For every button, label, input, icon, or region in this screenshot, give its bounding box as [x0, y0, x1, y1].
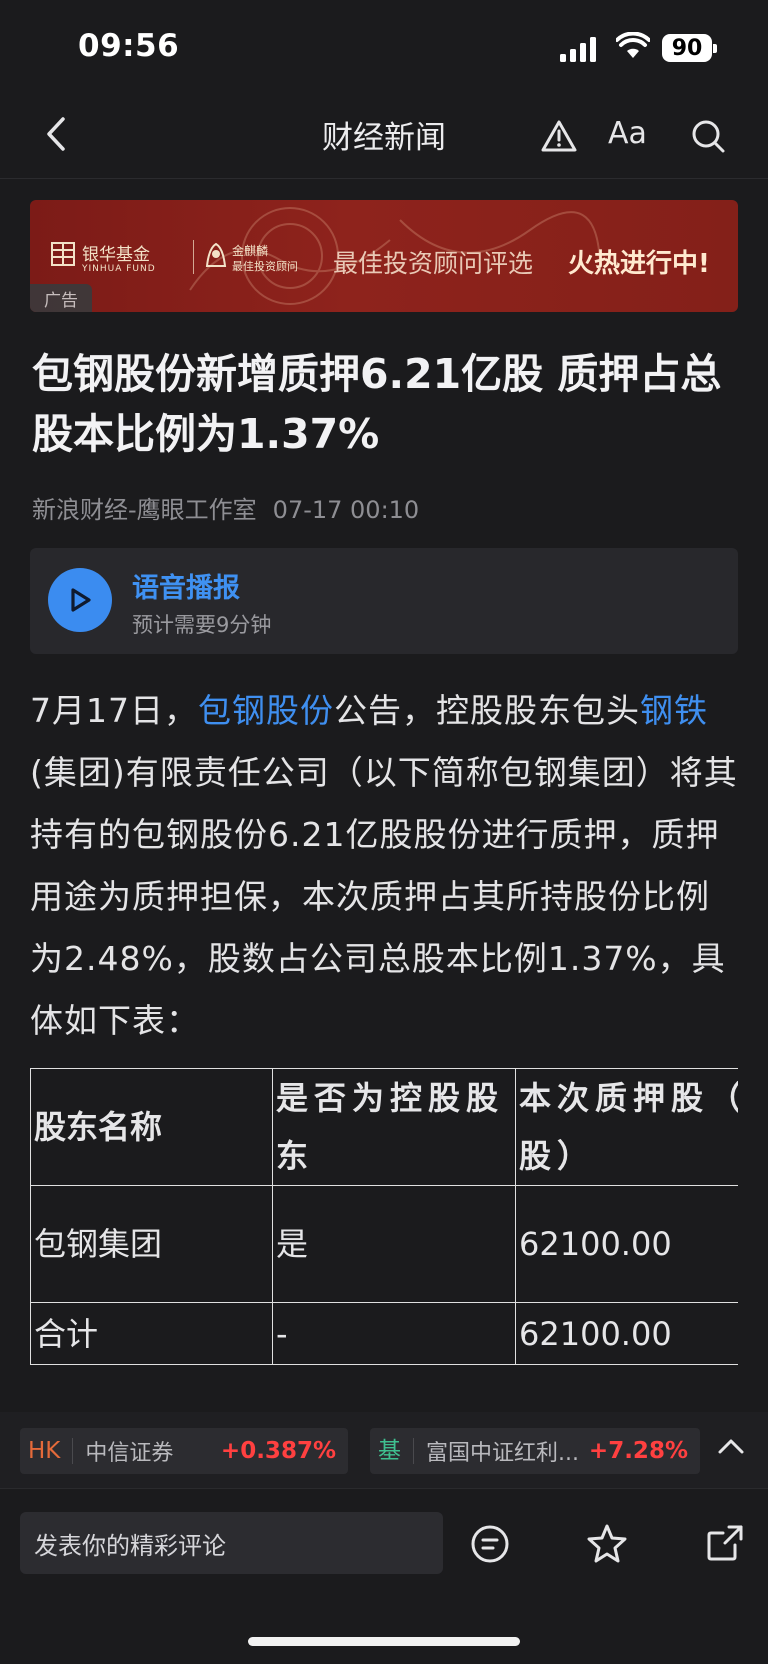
- comment-input[interactable]: 发表你的精彩评论: [20, 1512, 443, 1574]
- para-text-3: (集团)有限责任公司（以下简称包钢集团）将其持有的包钢股份6.21亿股股份进行质…: [30, 753, 738, 1040]
- article-headline: 包钢股份新增质押6.21亿股 质押占总股本比例为1.37%: [32, 350, 722, 458]
- table-row: 包钢集团 是 62100.00: [30, 1185, 738, 1303]
- table-cell: 包钢集团: [30, 1185, 273, 1303]
- ticker-market: HK: [20, 1438, 74, 1464]
- ticker-name: 富国中证红利...: [426, 1441, 579, 1466]
- ticker-name: 中信证券: [85, 1441, 174, 1466]
- ticker-market: 基: [370, 1438, 414, 1464]
- comments-icon[interactable]: [468, 1522, 512, 1566]
- table-row: 合计 - 62100.00: [30, 1302, 738, 1365]
- audio-duration: 预计需要9分钟: [132, 613, 272, 637]
- ad-brand2-sub: 最佳投资顾问: [232, 260, 298, 273]
- font-size-button[interactable]: Aa: [608, 116, 647, 151]
- ad-brand1: 银华基金: [82, 245, 150, 265]
- report-warning-icon[interactable]: [538, 116, 580, 156]
- ad-label: 广告: [30, 284, 92, 312]
- play-icon[interactable]: [48, 568, 112, 632]
- ad-main-text: 最佳投资顾问评选: [333, 249, 534, 278]
- search-icon[interactable]: [688, 116, 728, 156]
- home-indicator[interactable]: [248, 1637, 520, 1646]
- table-header: 股东名称: [30, 1068, 273, 1186]
- wifi-icon: [615, 31, 651, 64]
- ad-separator: [193, 240, 194, 274]
- nav-divider: [0, 178, 768, 179]
- table-cell: 62100.00: [515, 1302, 738, 1365]
- para-text-1: 7月17日，: [30, 691, 198, 730]
- qilin-logo-icon: [203, 240, 229, 270]
- battery-tip: [713, 44, 717, 53]
- stock-link-baogang[interactable]: 包钢股份: [198, 691, 334, 730]
- table-header: 本次质押股（万股）: [515, 1068, 738, 1186]
- chevron-up-icon[interactable]: [716, 1436, 746, 1460]
- ad-hot-text: 火热进行中!: [568, 249, 710, 279]
- article-byline: 新浪财经-鹰眼工作室 07-17 00:10: [32, 490, 435, 525]
- table-cell: 合计: [30, 1302, 273, 1365]
- cellular-signal-icon: [560, 36, 600, 62]
- keyword-link-steel[interactable]: 钢铁: [640, 691, 708, 730]
- table-cell: -: [272, 1302, 516, 1365]
- star-favorite-icon[interactable]: [584, 1521, 630, 1565]
- article-time: 07-17 00:10: [272, 496, 420, 524]
- ad-brand1-en: YINHUA FUND: [82, 264, 156, 274]
- ticker-chip-citic[interactable]: HK 中信证券 +0.387%: [20, 1428, 348, 1474]
- status-time: 09:56: [78, 28, 180, 64]
- audio-title: 语音播报: [132, 573, 240, 604]
- table-cell: 是: [272, 1185, 516, 1303]
- para-text-2: 公告，控股股东包头: [334, 691, 640, 730]
- ticker-chip-fund[interactable]: 基 富国中证红利... +7.28%: [370, 1428, 700, 1474]
- ad-brand2: 金麒麟: [232, 244, 269, 258]
- article-source[interactable]: 新浪财经-鹰眼工作室: [32, 496, 257, 524]
- page-title: 财经新闻: [322, 120, 446, 156]
- table-cell: 62100.00: [515, 1185, 738, 1303]
- share-icon[interactable]: [704, 1522, 746, 1564]
- table-header-row: 股东名称 是否为控股股东 本次质押股（万股）: [30, 1068, 738, 1186]
- article-paragraph: 7月17日，包钢股份公告，控股股东包头钢铁 (集团)有限责任公司（以下简称包钢集团…: [30, 680, 742, 1052]
- ticker-change: +7.28%: [588, 1438, 688, 1464]
- table-header: 是否为控股股东: [272, 1068, 516, 1186]
- pledge-table[interactable]: 股东名称 是否为控股股东 本次质押股（万股） 包钢集团 是 62100.00 合…: [30, 1068, 738, 1380]
- yinhua-logo-icon: [50, 241, 78, 269]
- battery-icon: 90: [662, 34, 712, 62]
- ticker-change: +0.387%: [220, 1438, 336, 1464]
